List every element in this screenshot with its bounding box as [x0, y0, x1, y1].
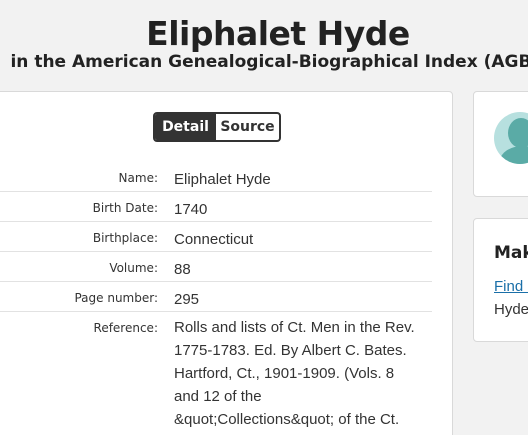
action-card-link[interactable]: Find o: [494, 278, 528, 295]
profile-card: [473, 91, 528, 197]
record-label: Birthplace:: [92, 231, 158, 245]
action-card: Mak Find o Hyde: [473, 218, 528, 342]
record-row-volume: Volume: 88: [0, 252, 432, 282]
record-value: Connecticut: [174, 231, 254, 248]
record-value: 295: [174, 291, 200, 308]
record-value: Rolls and lists of Ct. Men in the Rev. 1…: [174, 319, 415, 435]
record-label: Birth Date:: [92, 201, 158, 215]
record-row-reference: Reference: Rolls and lists of Ct. Men in…: [0, 312, 432, 435]
record-row-name: Name: Eliphalet Hyde: [0, 162, 432, 192]
avatar-icon: [494, 112, 528, 164]
record-label: Volume:: [109, 261, 158, 275]
record-row-birth-date: Birth Date: 1740: [0, 192, 432, 222]
action-card-text: Hyde: [494, 301, 528, 318]
page-title: Eliphalet Hyde: [146, 14, 410, 53]
record-details: Name: Eliphalet Hyde Birth Date: 1740 Bi…: [0, 162, 432, 435]
page-subtitle: in the American Genealogical-Biographica…: [10, 52, 528, 72]
record-label: Reference:: [93, 321, 158, 335]
tab-detail[interactable]: Detail: [155, 114, 216, 140]
record-value: 1740: [174, 201, 208, 218]
tab-source[interactable]: Source: [216, 114, 279, 140]
view-toggle: Detail Source: [153, 112, 281, 142]
record-value: Eliphalet Hyde: [174, 171, 271, 188]
record-row-page-number: Page number: 295: [0, 282, 432, 312]
record-label: Page number:: [74, 291, 158, 305]
record-row-birthplace: Birthplace: Connecticut: [0, 222, 432, 252]
record-value: 88: [174, 261, 191, 278]
record-label: Name:: [118, 171, 158, 185]
action-card-heading: Mak: [494, 243, 528, 263]
